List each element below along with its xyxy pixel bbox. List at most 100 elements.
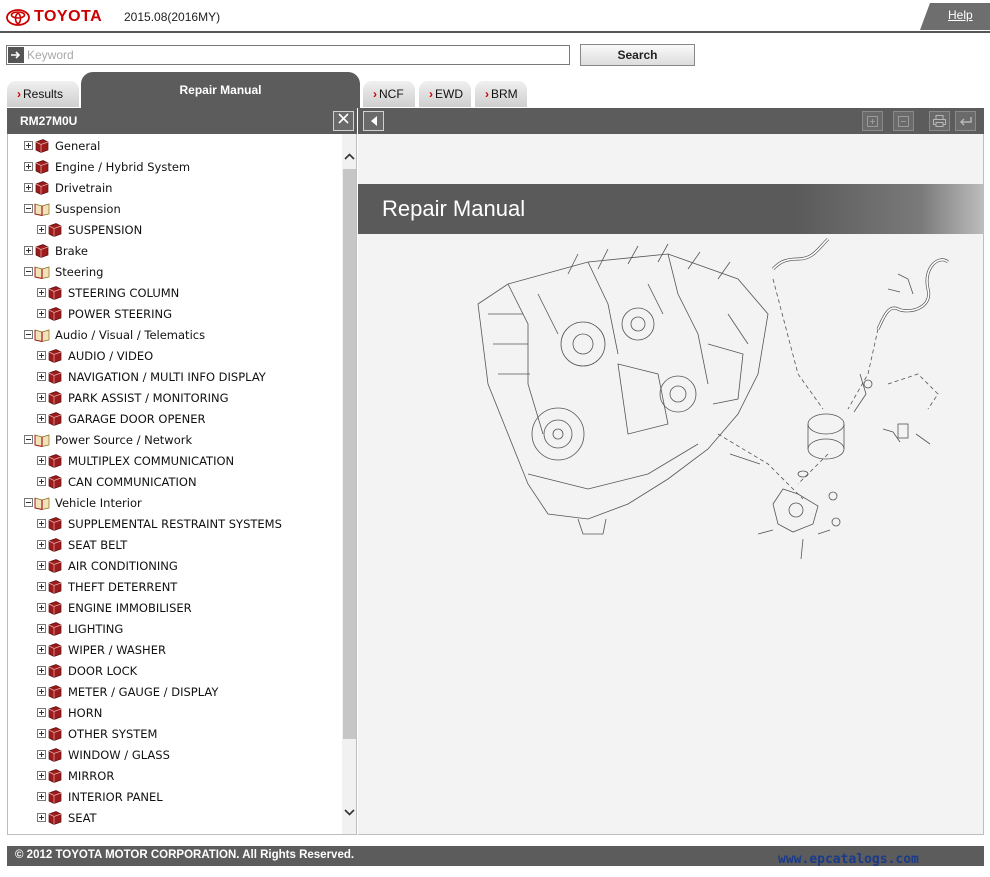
expand-toggle-icon[interactable] <box>37 603 46 612</box>
tree-item[interactable]: MULTIPLEX COMMUNICATION <box>8 450 342 471</box>
tree-item[interactable]: POWER STEERING <box>8 303 342 324</box>
expand-toggle-icon[interactable] <box>24 162 33 171</box>
tree-item[interactable]: GARAGE DOOR OPENER <box>8 408 342 429</box>
expand-toggle-icon[interactable] <box>37 309 46 318</box>
expand-toggle-icon[interactable] <box>37 771 46 780</box>
expand-toggle-icon[interactable] <box>37 561 46 570</box>
collapse-toggle-icon[interactable] <box>24 204 33 213</box>
tree-item[interactable]: MIRROR <box>8 765 342 786</box>
tree-item[interactable]: AIR CONDITIONING <box>8 555 342 576</box>
expand-toggle-icon[interactable] <box>37 372 46 381</box>
collapse-toggle-icon[interactable] <box>24 330 33 339</box>
expand-toggle-icon[interactable] <box>37 456 46 465</box>
tree-item[interactable]: General <box>8 135 342 156</box>
tree-item[interactable]: THEFT DETERRENT <box>8 576 342 597</box>
tree-item[interactable]: SEAT <box>8 807 342 828</box>
tree-item[interactable]: STEERING COLUMN <box>8 282 342 303</box>
tree-item-label: Vehicle Interior <box>55 495 142 510</box>
book-open-icon <box>34 434 50 447</box>
expand-toggle-icon[interactable] <box>37 708 46 717</box>
expand-toggle-icon[interactable] <box>37 750 46 759</box>
expand-toggle-icon[interactable] <box>37 414 46 423</box>
tree-item[interactable]: PARK ASSIST / MONITORING <box>8 387 342 408</box>
tree-item[interactable]: HORN <box>8 702 342 723</box>
expand-toggle-icon[interactable] <box>24 183 33 192</box>
scroll-thumb[interactable] <box>343 169 356 739</box>
tree-item[interactable]: SUSPENSION <box>8 219 342 240</box>
expand-toggle-icon[interactable] <box>37 477 46 486</box>
expand-toggle-icon[interactable] <box>37 729 46 738</box>
tree-item[interactable]: Power Source / Network <box>8 429 342 450</box>
tree-item-label: Audio / Visual / Telematics <box>55 327 206 342</box>
expand-toggle-icon[interactable] <box>37 351 46 360</box>
tree-item[interactable]: AUDIO / VIDEO <box>8 345 342 366</box>
tree-item[interactable]: Brake <box>8 240 342 261</box>
book-closed-icon <box>35 159 49 174</box>
tree-item[interactable]: METER / GAUGE / DISPLAY <box>8 681 342 702</box>
expand-toggle-icon[interactable] <box>37 582 46 591</box>
tab-label: EWD <box>435 87 463 101</box>
tree-item-label: Steering <box>55 264 104 279</box>
expand-toggle-icon[interactable] <box>37 645 46 654</box>
tree-item[interactable]: WINDOW / GLASS <box>8 744 342 765</box>
expand-toggle-icon[interactable] <box>37 225 46 234</box>
tree-item[interactable]: INTERIOR PANEL <box>8 786 342 807</box>
tab-brm[interactable]: › BRM <box>475 81 527 107</box>
tree-item-label: CAN COMMUNICATION <box>68 474 197 489</box>
tree-item[interactable]: DOOR LOCK <box>8 660 342 681</box>
collapse-toggle-icon[interactable] <box>24 267 33 276</box>
tab-results[interactable]: › Results <box>7 81 79 107</box>
tree-item[interactable]: SUPPLEMENTAL RESTRAINT SYSTEMS <box>8 513 342 534</box>
expand-toggle-icon[interactable] <box>37 288 46 297</box>
tree-item[interactable]: Suspension <box>8 198 342 219</box>
search-input[interactable] <box>25 46 565 64</box>
tab-repair-manual[interactable]: Repair Manual <box>81 72 360 108</box>
tree-item[interactable]: WIPER / WASHER <box>8 639 342 660</box>
book-closed-icon <box>35 180 49 195</box>
search-button[interactable]: Search <box>580 44 695 66</box>
expand-toggle-icon[interactable] <box>37 540 46 549</box>
print-button[interactable] <box>929 111 950 131</box>
tree-item[interactable]: Vehicle Interior <box>8 492 342 513</box>
tree-item[interactable]: ENGINE IMMOBILISER <box>8 597 342 618</box>
content-pane: Repair Manual <box>358 134 984 835</box>
tab-ncf[interactable]: › NCF <box>363 81 415 107</box>
tree-item-label: SUSPENSION <box>68 222 143 237</box>
collapse-toggle-icon[interactable] <box>24 435 33 444</box>
tree-item-label: NAVIGATION / MULTI INFO DISPLAY <box>68 369 266 384</box>
expand-toggle-icon[interactable] <box>37 687 46 696</box>
tab-ewd[interactable]: › EWD <box>419 81 471 107</box>
expand-toggle-icon[interactable] <box>24 246 33 255</box>
tree-item[interactable]: Audio / Visual / Telematics <box>8 324 342 345</box>
tree-item[interactable]: NAVIGATION / MULTI INFO DISPLAY <box>8 366 342 387</box>
content-toolbar <box>358 108 984 134</box>
tree-item[interactable]: Engine / Hybrid System <box>8 156 342 177</box>
expand-toggle-icon[interactable] <box>37 393 46 402</box>
tree-item[interactable]: Steering <box>8 261 342 282</box>
expand-toggle-icon[interactable] <box>24 141 33 150</box>
tree-item[interactable]: OTHER SYSTEM <box>8 723 342 744</box>
collapse-all-button[interactable] <box>893 111 914 131</box>
tree-item[interactable]: SEAT BELT <box>8 534 342 555</box>
tree-item[interactable]: LIGHTING <box>8 618 342 639</box>
tree-item[interactable]: Drivetrain <box>8 177 342 198</box>
close-panel-button[interactable] <box>333 111 354 131</box>
help-link[interactable]: Help <box>948 8 973 22</box>
tree-item-label: LIGHTING <box>68 621 124 636</box>
expand-toggle-icon[interactable] <box>37 666 46 675</box>
scroll-down-button[interactable] <box>342 802 356 822</box>
scroll-up-button[interactable] <box>342 146 356 166</box>
expand-toggle-icon[interactable] <box>37 792 46 801</box>
expand-toggle-icon[interactable] <box>37 813 46 822</box>
collapse-pane-button[interactable] <box>363 111 384 131</box>
tree-item-label: STEERING COLUMN <box>68 285 180 300</box>
tree-item[interactable]: CAN COMMUNICATION <box>8 471 342 492</box>
expand-toggle-icon[interactable] <box>37 519 46 528</box>
expand-toggle-icon[interactable] <box>37 624 46 633</box>
collapse-toggle-icon[interactable] <box>24 498 33 507</box>
tree-item-label: HORN <box>68 705 103 720</box>
book-closed-icon <box>48 663 62 678</box>
back-button[interactable] <box>955 111 976 131</box>
expand-all-button[interactable] <box>862 111 883 131</box>
tree-scrollbar[interactable] <box>342 134 356 834</box>
